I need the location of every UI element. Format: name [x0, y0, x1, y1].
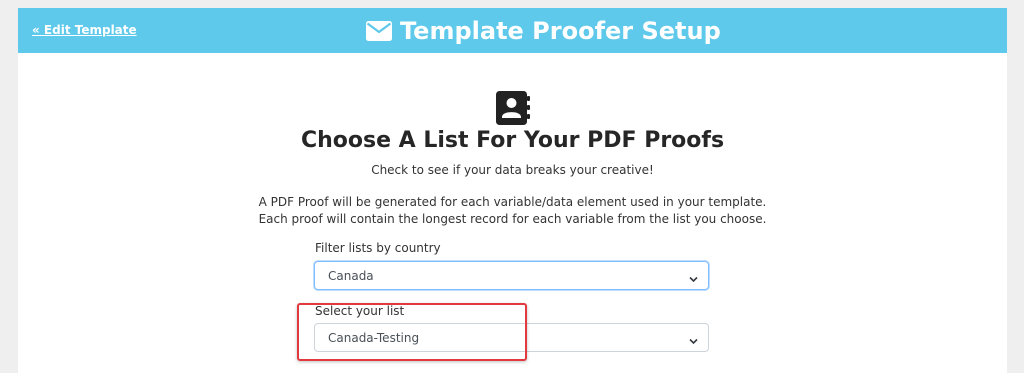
main-panel: « Edit Template Template Proofer Setup C… [18, 8, 1007, 373]
edit-template-link[interactable]: « Edit Template [32, 23, 137, 37]
chevron-down-icon [689, 272, 698, 286]
filter-country-label: Filter lists by country [315, 241, 441, 255]
chevron-down-icon [689, 334, 698, 348]
section-heading: Choose A List For Your PDF Proofs [300, 128, 725, 153]
country-filter-select[interactable]: Canada [314, 261, 709, 290]
page-title: Template Proofer Setup [366, 15, 721, 47]
description-line-2: Each proof will contain the longest reco… [258, 212, 767, 226]
envelope-icon [366, 21, 392, 41]
highlight-annotation-box [297, 303, 527, 361]
description-line-1: A PDF Proof will be generated for each v… [258, 195, 767, 209]
section-subtitle: Check to see if your data breaks your cr… [371, 163, 654, 177]
contact-book-icon [495, 90, 531, 130]
country-filter-value: Canada [328, 268, 374, 283]
page-title-text: Template Proofer Setup [400, 17, 721, 45]
header-bar: « Edit Template Template Proofer Setup [18, 8, 1007, 53]
